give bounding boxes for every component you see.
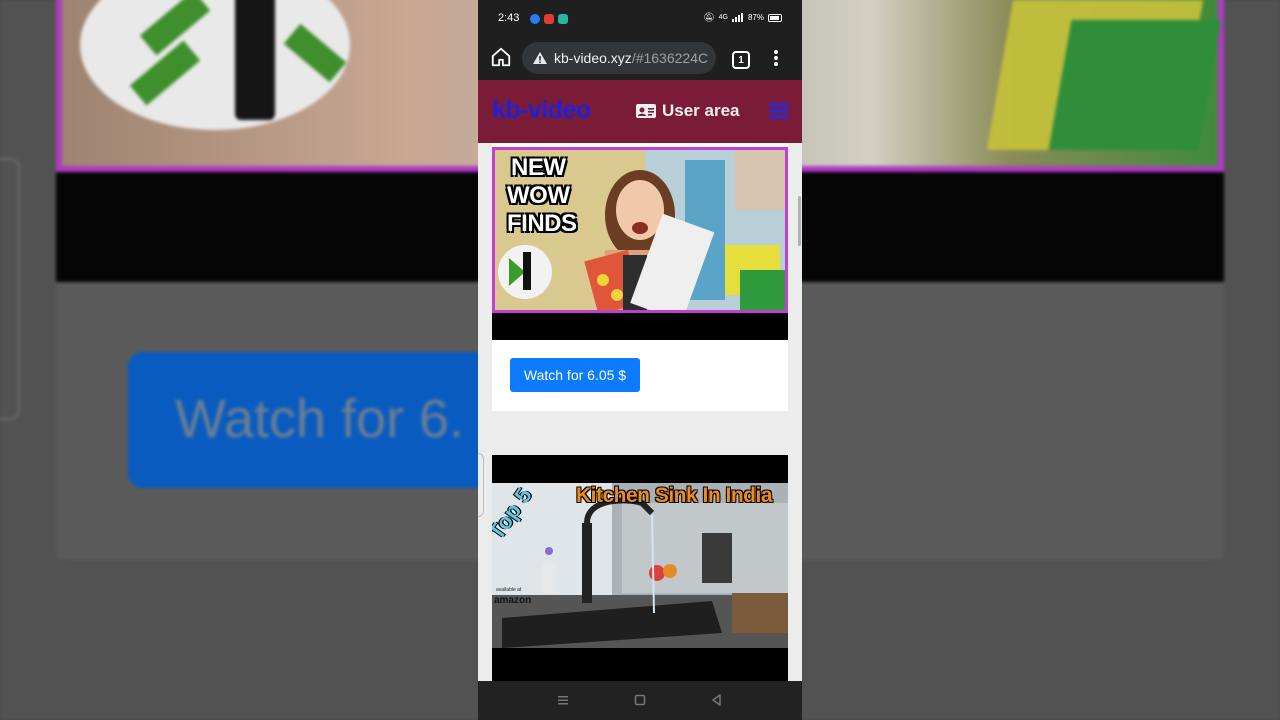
- thumb-text-finds: FINDS: [507, 210, 577, 237]
- back-icon[interactable]: [710, 693, 724, 707]
- video-thumbnail[interactable]: Kitchen Sink In India Top 5 available at…: [492, 483, 788, 648]
- phone-screen: 2:43 🔕︎ 4G 87% kb-video.xyz/#1636224C 1 …: [478, 0, 802, 720]
- recent-apps-icon[interactable]: [556, 693, 570, 707]
- user-area-link[interactable]: User area: [635, 101, 740, 121]
- youtube-icon: [544, 14, 554, 24]
- hamburger-menu-icon[interactable]: [768, 101, 790, 121]
- url-host: kb-video.xyz: [554, 50, 632, 66]
- address-bar[interactable]: kb-video.xyz/#1636224C: [522, 42, 716, 74]
- status-time: 2:43: [498, 12, 520, 24]
- thumbnail-letterbox: [492, 648, 788, 681]
- thumb-text-new: NEW: [511, 154, 566, 181]
- network-label: 4G: [718, 14, 728, 21]
- mute-icon: 🔕︎: [703, 12, 715, 22]
- more-vert-icon[interactable]: [770, 48, 782, 68]
- browser-toolbar: kb-video.xyz/#1636224C 1: [478, 38, 802, 80]
- scrollbar-thumb[interactable]: [798, 196, 801, 246]
- thumb-available-text: available at: [496, 587, 522, 593]
- thumb-title: Kitchen Sink In India: [576, 484, 773, 507]
- id-card-icon: [636, 104, 656, 118]
- system-nav-bar: [478, 681, 802, 720]
- messenger-icon: [530, 14, 540, 24]
- battery-label: 87%: [747, 13, 764, 22]
- video-thumbnail[interactable]: NEW WOW FINDS: [492, 147, 788, 313]
- status-bar: 2:43 🔕︎ 4G 87%: [478, 0, 802, 38]
- home-nav-icon[interactable]: [633, 693, 647, 707]
- watch-button[interactable]: Watch for 6.05 $: [510, 358, 640, 392]
- user-area-label: User area: [662, 101, 740, 120]
- site-header: kb-video User area: [478, 80, 802, 143]
- url-path: /#1636224C: [631, 50, 709, 66]
- home-icon[interactable]: [490, 46, 512, 68]
- app-notification-icon: [558, 14, 568, 24]
- warning-icon[interactable]: [532, 51, 548, 65]
- background-watch-label: Watch for 6.: [175, 389, 465, 449]
- tabs-button[interactable]: 1: [732, 51, 750, 69]
- edge-panel-handle[interactable]: [478, 453, 484, 517]
- signal-icon: [731, 13, 744, 22]
- battery-icon: [768, 13, 782, 22]
- video-list[interactable]: NEW WOW FINDS Watch for 6.05 $ Kitchen S…: [478, 143, 802, 681]
- video-card: Kitchen Sink In India Top 5 available at…: [492, 455, 788, 681]
- site-logo[interactable]: kb-video: [492, 96, 591, 125]
- thumb-text-wow: WOW: [507, 182, 570, 209]
- amazon-logo: amazon: [494, 595, 532, 606]
- thumbnail-letterbox: [492, 313, 788, 340]
- video-card: NEW WOW FINDS Watch for 6.05 $: [492, 143, 788, 411]
